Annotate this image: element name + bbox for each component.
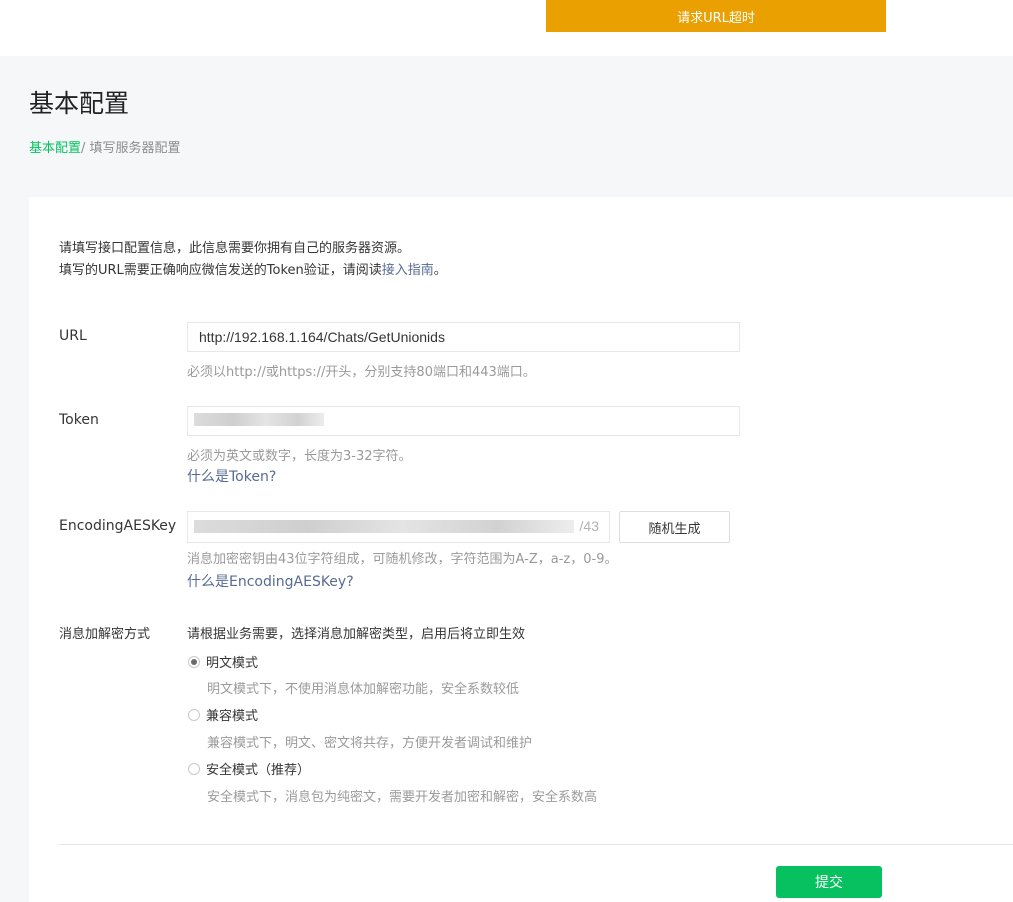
- breadcrumb-current: 填写服务器配置: [89, 141, 181, 156]
- aes-key-input[interactable]: /43: [187, 511, 610, 543]
- intro-line-2-text: 填写的URL需要正确响应微信发送的Token验证，请阅读: [59, 263, 382, 278]
- intro-line-2: 填写的URL需要正确响应微信发送的Token验证，请阅读接入指南。: [59, 260, 447, 282]
- what-is-aes-key-link[interactable]: 什么是EncodingAESKey?: [187, 571, 354, 591]
- radio-plaintext-label: 明文模式: [206, 656, 259, 671]
- top-bar: 请求URL超时: [0, 0, 1013, 56]
- aes-key-tip: 消息加密密钥由43位字符组成，可随机修改，字符范围为A-Z，a-z，0-9。: [187, 552, 618, 567]
- radio-plaintext-indicator[interactable]: [188, 655, 200, 668]
- plaintext-mode-desc: 明文模式下，不使用消息体加解密功能，安全系数较低: [207, 682, 520, 697]
- radio-plaintext-mode[interactable]: 明文模式: [188, 652, 258, 671]
- server-config-card: 请填写接口配置信息，此信息需要你拥有自己的服务器资源。 填写的URL需要正确响应…: [29, 197, 1013, 902]
- form-divider: [59, 844, 1013, 845]
- breadcrumb-root-link[interactable]: 基本配置: [29, 141, 81, 156]
- random-generate-button[interactable]: 随机生成: [619, 511, 730, 543]
- error-toast-text: 请求URL超时: [677, 10, 755, 26]
- page-title: 基本配置: [29, 89, 130, 118]
- what-is-token-link[interactable]: 什么是Token?: [187, 466, 276, 486]
- radio-secure-label: 安全模式（推荐）: [206, 763, 311, 778]
- url-tip: 必须以http://或https://开头，分别支持80端口和443端口。: [187, 365, 536, 380]
- token-input[interactable]: [187, 406, 740, 436]
- breadcrumb-separator: /: [81, 141, 90, 156]
- intro-line-1: 请填写接口配置信息，此信息需要你拥有自己的服务器资源。: [59, 241, 411, 256]
- url-input[interactable]: http://192.168.1.164/Chats/GetUnionids: [187, 322, 740, 352]
- url-label: URL: [59, 328, 87, 344]
- radio-secure-indicator[interactable]: [188, 762, 200, 775]
- aes-key-char-counter: /43: [579, 518, 599, 534]
- token-label: Token: [59, 412, 99, 428]
- access-guide-link[interactable]: 接入指南: [382, 263, 434, 278]
- url-input-value: http://192.168.1.164/Chats/GetUnionids: [199, 329, 445, 345]
- token-redacted-value: [194, 413, 324, 426]
- secure-mode-desc: 安全模式下，消息包为纯密文，需要开发者加密和解密，安全系数高: [207, 790, 598, 805]
- aes-key-redacted-value: [194, 520, 574, 533]
- intro-text: 请填写接口配置信息，此信息需要你拥有自己的服务器资源。 填写的URL需要正确响应…: [59, 238, 447, 282]
- radio-compatible-mode[interactable]: 兼容模式: [188, 705, 258, 724]
- breadcrumb: 基本配置/ 填写服务器配置: [29, 137, 181, 156]
- intro-line-2-end: 。: [433, 263, 447, 278]
- radio-secure-mode[interactable]: 安全模式（推荐）: [188, 759, 310, 778]
- token-tip: 必须为英文或数字，长度为3-32字符。: [187, 449, 412, 464]
- radio-compatible-label: 兼容模式: [206, 709, 259, 724]
- radio-compatible-indicator[interactable]: [188, 708, 200, 721]
- submit-button[interactable]: 提交: [776, 866, 882, 898]
- encryption-mode-hint: 请根据业务需要，选择消息加解密类型，启用后将立即生效: [187, 627, 526, 642]
- compatible-mode-desc: 兼容模式下，明文、密文将共存，方便开发者调试和维护: [207, 736, 533, 751]
- error-toast: 请求URL超时: [546, 0, 886, 32]
- aes-key-label: EncodingAESKey: [59, 518, 177, 534]
- encryption-mode-label: 消息加解密方式: [59, 627, 151, 642]
